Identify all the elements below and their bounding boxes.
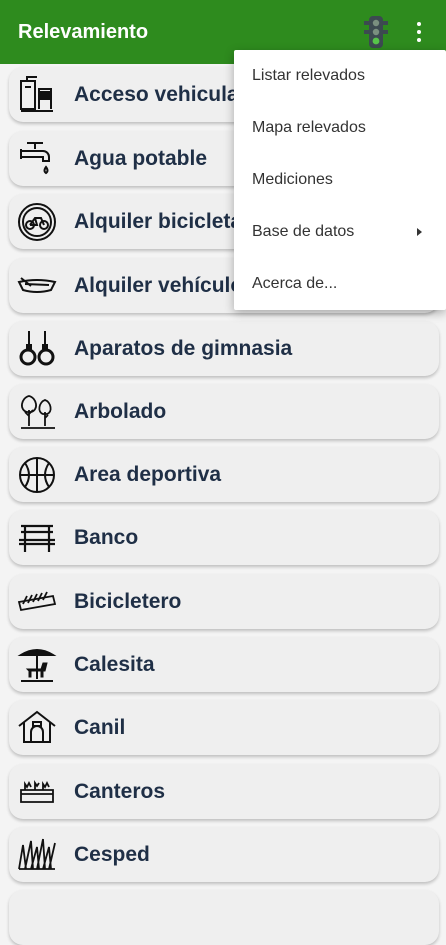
basketball-icon xyxy=(15,453,59,497)
list-item-label: Area deportiva xyxy=(74,462,222,486)
dog-house-icon xyxy=(15,706,59,750)
bicycle-sign-icon xyxy=(15,200,59,244)
traffic-light-icon xyxy=(364,16,388,48)
menu-item-listar-relevados[interactable]: Listar relevados xyxy=(234,50,446,102)
list-item-banco[interactable]: Banco xyxy=(9,510,439,565)
list-item-cesped[interactable]: Cesped xyxy=(9,827,439,882)
list-item-canteros[interactable]: Canteros xyxy=(9,764,439,819)
menu-item-base-de-datos[interactable]: Base de datos xyxy=(234,206,446,258)
list-item-label: Aparatos de gimnasia xyxy=(74,336,293,360)
submenu-arrow-icon xyxy=(417,228,422,236)
grass-icon xyxy=(15,833,59,877)
list-item-canil[interactable]: Canil xyxy=(9,700,439,755)
list-item-label: Canteros xyxy=(74,779,166,803)
overflow-menu: Listar relevados Mapa relevados Medicion… xyxy=(234,50,446,310)
list-item-label: Calesita xyxy=(74,652,155,676)
faucet-icon xyxy=(15,137,59,181)
list-item-label: Arbolado xyxy=(74,399,167,423)
boat-icon xyxy=(15,264,59,308)
list-item-label: Agua potable xyxy=(74,146,208,170)
list-item-aparatos-gimnasia[interactable]: Aparatos de gimnasia xyxy=(9,321,439,376)
app-title: Relevamiento xyxy=(18,20,149,43)
menu-item-mapa-relevados[interactable]: Mapa relevados xyxy=(234,102,446,154)
list-item-partial[interactable] xyxy=(9,890,439,945)
list-item-label: Alquiler bicicletas xyxy=(74,209,254,233)
list-item-calesita[interactable]: Calesita xyxy=(9,637,439,692)
gym-rings-icon xyxy=(15,327,59,371)
list-item-area-deportiva[interactable]: Area deportiva xyxy=(9,447,439,502)
bench-icon xyxy=(15,516,59,560)
parking-meter-icon xyxy=(15,73,59,117)
list-item-label: Bicicletero xyxy=(74,589,182,613)
more-options-button[interactable] xyxy=(406,16,432,48)
list-item-label: Cesped xyxy=(74,842,150,866)
planter-icon xyxy=(15,770,59,814)
traffic-light-button[interactable] xyxy=(362,14,390,50)
menu-item-acerca-de[interactable]: Acerca de... xyxy=(234,258,446,310)
list-item-label: Canil xyxy=(74,715,126,739)
list-item-label: Alquiler vehículos xyxy=(74,273,255,297)
carousel-icon xyxy=(15,643,59,687)
list-item-label: Banco xyxy=(74,525,139,549)
list-item-bicicletero[interactable]: Bicicletero xyxy=(9,574,439,629)
list-item-arbolado[interactable]: Arbolado xyxy=(9,384,439,439)
menu-item-mediciones[interactable]: Mediciones xyxy=(234,154,446,206)
bike-rack-icon xyxy=(15,580,59,624)
list-item-label: Acceso vehicular xyxy=(74,82,247,106)
trees-icon xyxy=(15,390,59,434)
more-vert-icon xyxy=(417,22,421,26)
